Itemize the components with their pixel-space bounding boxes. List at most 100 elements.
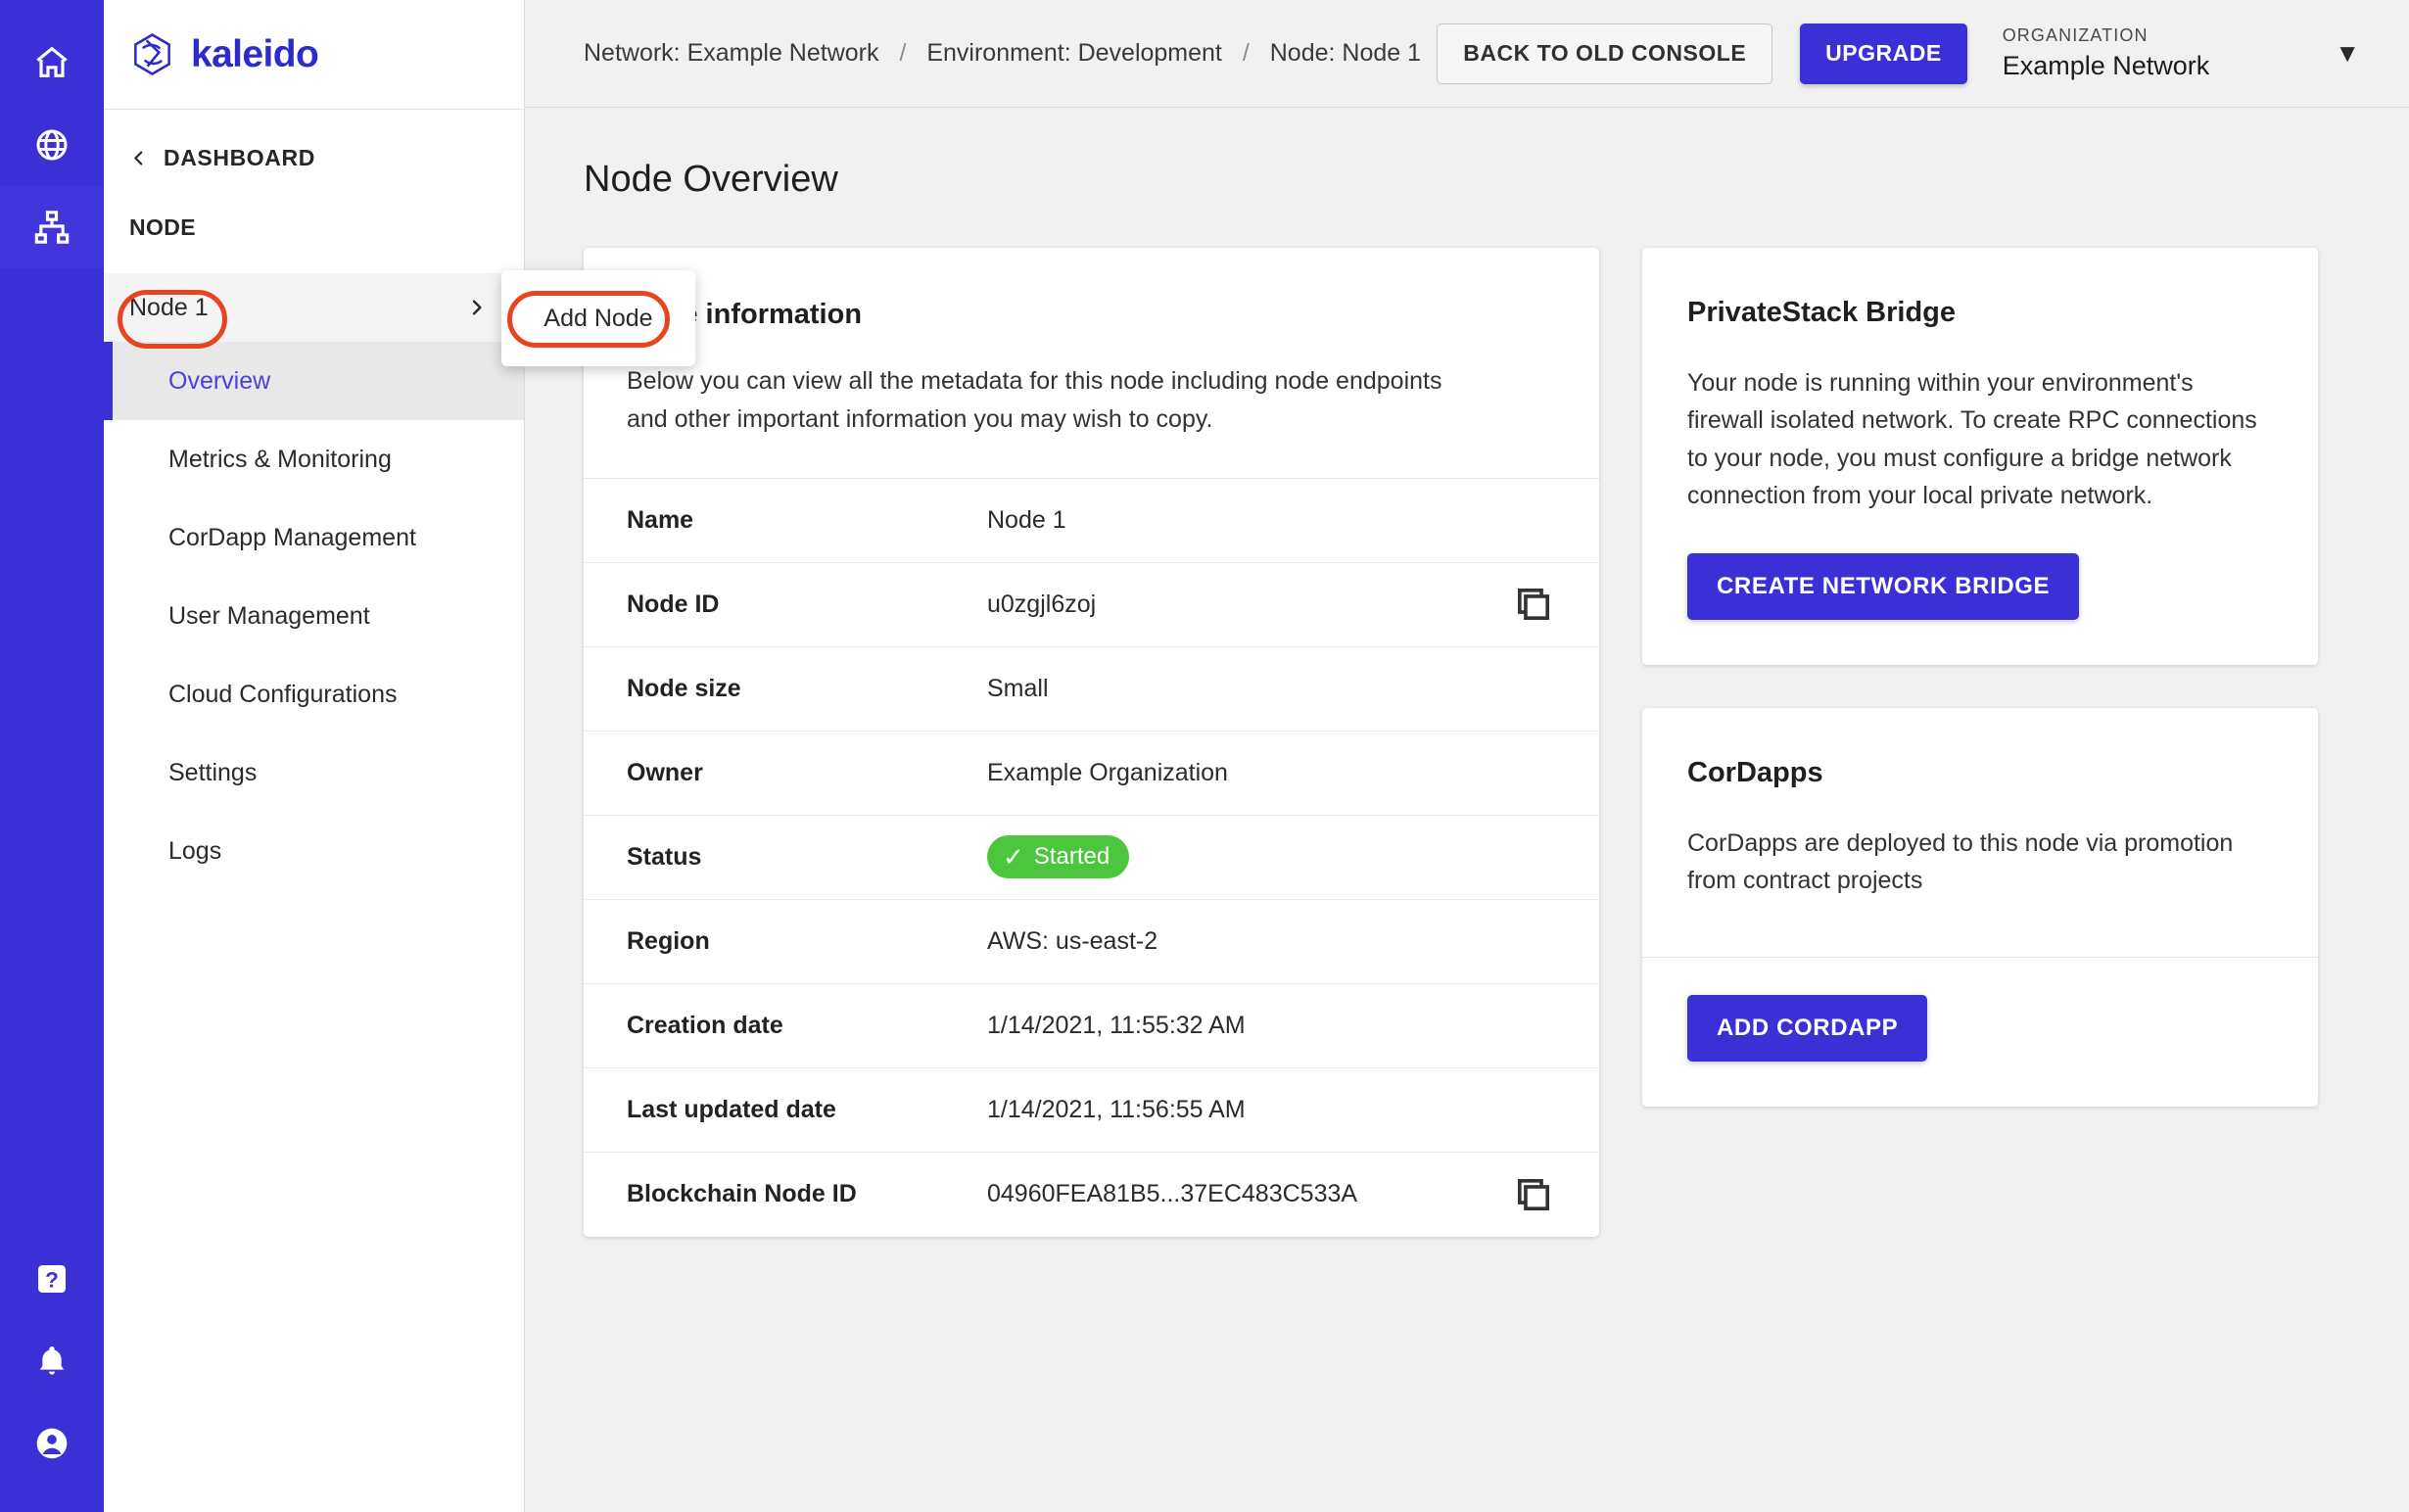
table-row: Blockchain Node ID 04960FEA81B5...37EC48… — [584, 1153, 1599, 1237]
status-badge: ✓ Started — [987, 835, 1130, 878]
node-information-card: Node information Below you can view all … — [584, 248, 1599, 1237]
privatestack-bridge-text: Your node is running within your environ… — [1687, 369, 2257, 509]
node-information-title: Node information — [627, 299, 863, 330]
chevron-down-icon[interactable]: ▼ — [2335, 38, 2360, 69]
sidebar-node-selector[interactable]: Node 1 — [104, 273, 524, 342]
breadcrumb-network[interactable]: Network: Example Network — [584, 39, 878, 67]
help-icon-button[interactable]: ? — [0, 1238, 104, 1320]
upgrade-button[interactable]: UPGRADE — [1800, 23, 1967, 84]
brand-logo[interactable]: kaleido — [104, 0, 524, 110]
cordapps-card: CorDapps CorDapps are deployed to this n… — [1642, 708, 2318, 1107]
cordapps-title: CorDapps — [1687, 757, 1823, 788]
cordapps-text: CorDapps are deployed to this node via p… — [1687, 829, 2234, 895]
copy-icon[interactable] — [1511, 1172, 1556, 1217]
row-key: Region — [627, 926, 710, 955]
table-row: Node size Small — [584, 647, 1599, 732]
table-row: Last updated date 1/14/2021, 11:56:55 AM — [584, 1068, 1599, 1153]
breadcrumb-environment[interactable]: Environment: Development — [926, 39, 1222, 67]
chevron-right-icon — [467, 298, 487, 317]
privatestack-bridge-card: PrivateStack Bridge Your node is running… — [1642, 248, 2318, 665]
sidebar: kaleido DASHBOARD NODE Node 1 Overview M… — [104, 0, 525, 1512]
status-badge-label: Started — [1033, 843, 1110, 870]
chevron-left-icon — [129, 149, 148, 167]
row-key: Last updated date — [627, 1095, 836, 1123]
row-key: Name — [627, 505, 694, 534]
table-row: Status ✓ Started — [584, 816, 1599, 900]
home-icon — [32, 43, 71, 82]
top-bar: Network: Example Network / Environment: … — [525, 0, 2409, 108]
brand-name: kaleido — [191, 32, 319, 75]
row-key: Creation date — [627, 1011, 783, 1039]
sidebar-item-overview[interactable]: Overview — [104, 342, 524, 420]
dashboard-label: DASHBOARD — [164, 145, 315, 170]
add-node-popup: Add Node — [501, 270, 695, 366]
row-key: Node ID — [627, 590, 720, 618]
help-icon: ? — [32, 1259, 71, 1299]
home-icon-button[interactable] — [0, 22, 104, 104]
row-value: u0zgjl6zoj — [987, 590, 1097, 618]
sidebar-item-logs[interactable]: Logs — [104, 812, 524, 890]
table-row: Node ID u0zgjl6zoj — [584, 563, 1599, 647]
sitemap-icon — [32, 208, 71, 247]
sidebar-item-label: Cloud Configurations — [168, 680, 398, 708]
breadcrumb: Network: Example Network / Environment: … — [584, 39, 1421, 68]
breadcrumb-separator: / — [1242, 39, 1250, 67]
sidebar-item-label: User Management — [168, 601, 370, 630]
table-row: Region AWS: us-east-2 — [584, 900, 1599, 984]
row-value: Small — [987, 674, 1049, 702]
svg-text:?: ? — [45, 1267, 59, 1292]
create-network-bridge-button[interactable]: CREATE NETWORK BRIDGE — [1687, 553, 2080, 620]
node-information-description: Below you can view all the metadata for … — [627, 367, 1442, 433]
sidebar-item-metrics-monitoring[interactable]: Metrics & Monitoring — [104, 420, 524, 498]
row-value: 04960FEA81B5...37EC483C533A — [987, 1180, 1358, 1207]
row-value: Example Organization — [987, 758, 1228, 786]
copy-icon[interactable] — [1511, 582, 1556, 627]
back-to-dashboard-link[interactable]: DASHBOARD — [104, 110, 524, 171]
breadcrumb-separator: / — [899, 39, 907, 67]
account-icon — [32, 1424, 71, 1463]
icon-rail: ? — [0, 0, 104, 1512]
table-row: Creation date 1/14/2021, 11:55:32 AM — [584, 984, 1599, 1068]
globe-icon-button[interactable] — [0, 104, 104, 186]
right-column: PrivateStack Bridge Your node is running… — [1642, 248, 2318, 1107]
breadcrumb-node[interactable]: Node: Node 1 — [1270, 39, 1421, 67]
row-key: Blockchain Node ID — [627, 1180, 857, 1207]
icon-rail-top-group — [0, 0, 104, 268]
row-key: Owner — [627, 758, 703, 786]
row-value: 1/14/2021, 11:56:55 AM — [987, 1095, 1246, 1123]
content-columns: Node information Below you can view all … — [525, 201, 2409, 1237]
sidebar-item-cordapp-management[interactable]: CorDapp Management — [104, 498, 524, 577]
sidebar-item-cloud-configurations[interactable]: Cloud Configurations — [104, 655, 524, 733]
organization-switcher[interactable]: ORGANIZATION Example Network — [2003, 25, 2210, 82]
row-value-status: ✓ Started — [987, 835, 1556, 878]
sidebar-item-user-management[interactable]: User Management — [104, 577, 524, 655]
row-value: 1/14/2021, 11:55:32 AM — [987, 1011, 1246, 1039]
sidebar-section-node: NODE — [129, 214, 197, 240]
check-icon: ✓ — [1003, 842, 1024, 872]
organization-name: Example Network — [2002, 51, 2210, 81]
globe-icon — [32, 125, 71, 165]
sitemap-icon-button[interactable] — [0, 186, 104, 268]
row-value: Node 1 — [987, 505, 1066, 534]
account-icon-button[interactable] — [0, 1402, 104, 1485]
bell-icon-button[interactable] — [0, 1320, 104, 1402]
icon-rail-bottom-group: ? — [0, 1238, 104, 1485]
bell-icon — [32, 1342, 71, 1381]
table-row: Name Node 1 — [584, 479, 1599, 563]
node-information-header: Node information Below you can view all … — [584, 248, 1599, 479]
row-key: Node size — [627, 674, 741, 702]
sidebar-item-label: CorDapp Management — [168, 523, 416, 551]
privatestack-bridge-body: PrivateStack Bridge Your node is running… — [1642, 248, 2318, 514]
back-to-old-console-button[interactable]: BACK TO OLD CONSOLE — [1437, 23, 1773, 84]
kaleido-logo-icon — [129, 31, 175, 77]
cordapps-footer: ADD CORDAPP — [1642, 956, 2318, 1107]
app-root: ? kaleido DASHBOARD NODE Node 1 Overview… — [0, 0, 2409, 1512]
sidebar-item-settings[interactable]: Settings — [104, 733, 524, 812]
add-cordapp-button[interactable]: ADD CORDAPP — [1687, 994, 1928, 1062]
row-key: Status — [627, 842, 702, 871]
sidebar-item-label: Overview — [168, 366, 271, 395]
sidebar-item-label: Metrics & Monitoring — [168, 445, 392, 473]
page-title: Node Overview — [584, 159, 838, 200]
add-node-menu-item[interactable]: Add Node — [543, 305, 652, 333]
privatestack-bridge-footer: CREATE NETWORK BRIDGE — [1642, 514, 2318, 665]
